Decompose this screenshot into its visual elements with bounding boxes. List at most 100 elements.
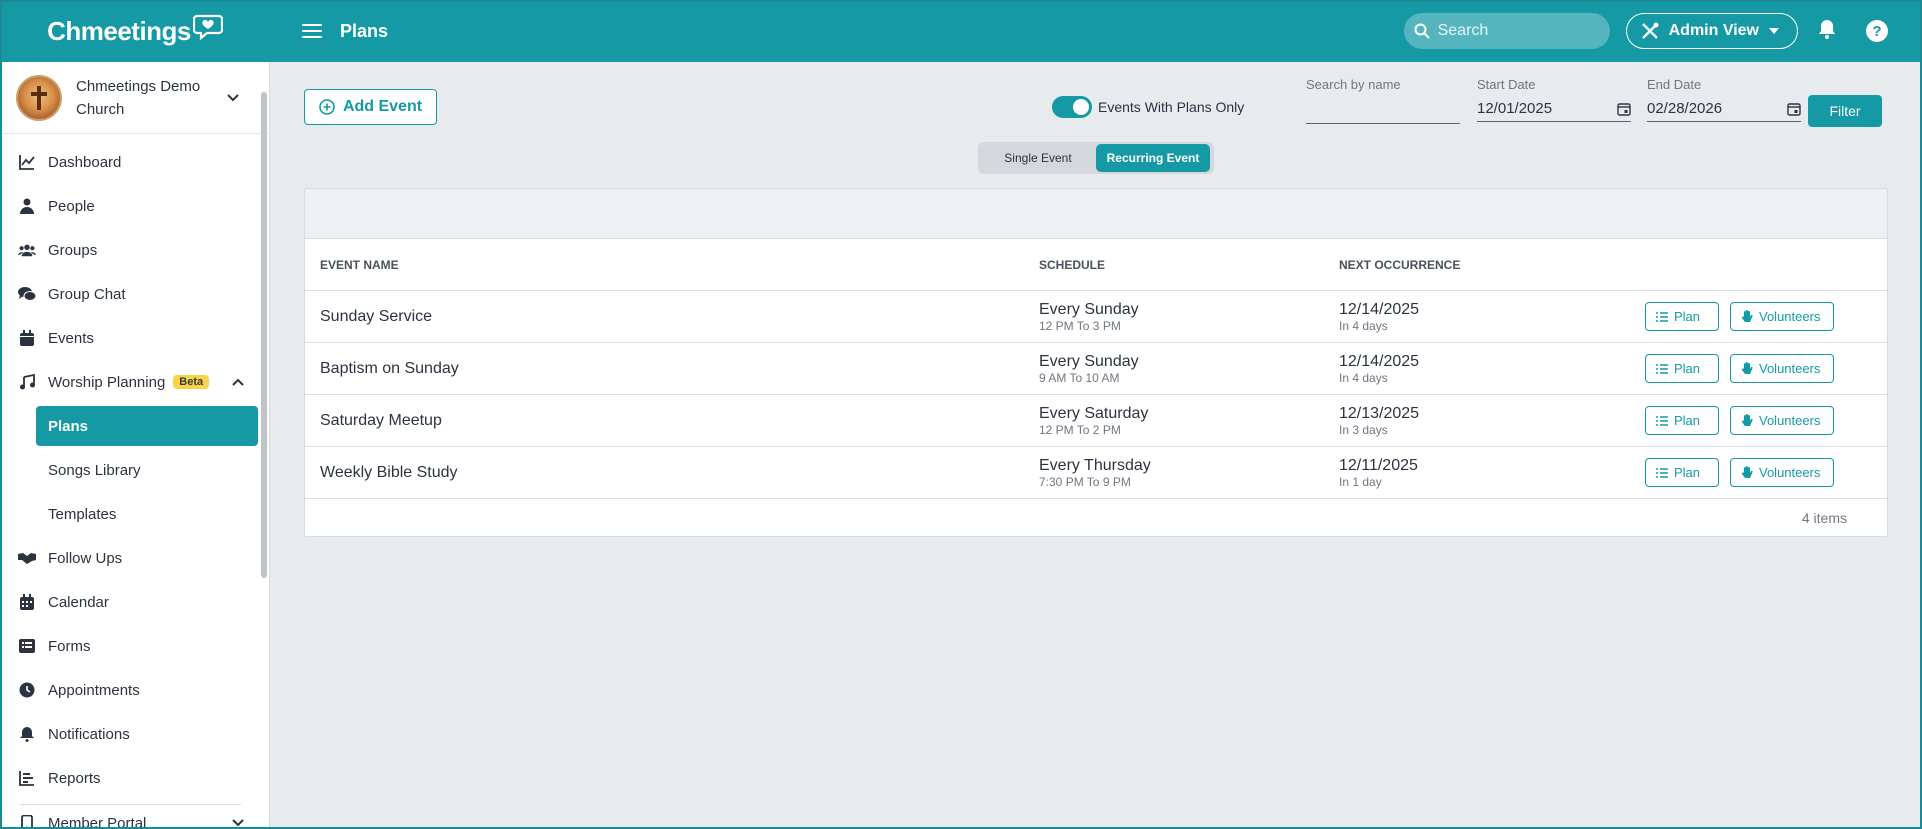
sidebar-subitem-songs-library[interactable]: Songs Library [0,448,269,492]
volunteers-button[interactable]: Volunteers [1730,458,1834,487]
plan-button[interactable]: Plan [1645,458,1719,487]
sidebar-item-label: Forms [48,637,91,655]
schedule-day: Every Sunday [1039,300,1139,318]
search-by-name-field: Search by name [1306,77,1460,124]
search-icon [1414,23,1430,39]
sidebar-item-member-portal[interactable]: Member Portal [0,805,269,829]
search-by-name-input[interactable] [1306,98,1460,124]
filter-button[interactable]: Filter [1808,95,1882,127]
sidebar-item-group-chat[interactable]: Group Chat [0,272,269,316]
sidebar-item-label: Calendar [48,593,109,611]
church-selector[interactable]: Chmeetings Demo Church [0,62,269,134]
notifications-bell-icon[interactable] [1818,19,1836,44]
table-header: EVENT NAME SCHEDULE NEXT OCCURRENCE [305,239,1887,291]
sidebar-item-worship-planning[interactable]: Worship Planning Beta [0,360,269,404]
plan-button[interactable]: Plan [1645,354,1719,383]
sidebar-item-label: Member Portal [48,814,147,829]
list-icon [1656,467,1668,478]
plans-only-toggle[interactable] [1052,96,1092,118]
bar-chart-icon [18,769,36,787]
volunteers-button[interactable]: Volunteers [1730,302,1834,331]
top-bar: Chmeetings Plans Admin View ? [0,0,1922,62]
calendar-picker-icon[interactable] [1787,102,1801,116]
items-count: 4 items [1801,510,1847,526]
church-avatar [16,74,62,121]
plan-button[interactable]: Plan [1645,302,1719,331]
sidebar-item-notifications[interactable]: Notifications [0,712,269,756]
table-row[interactable]: Baptism on Sunday Every Sunday 9 AM To 10… [305,343,1887,395]
plan-button[interactable]: Plan [1645,406,1719,435]
logo-text: Chmeetings [47,15,191,46]
sidebar-item-people[interactable]: People [0,184,269,228]
sidebar-item-reports[interactable]: Reports [0,756,269,800]
sidebar-item-label: Group Chat [48,285,126,303]
sidebar-item-follow-ups[interactable]: Follow Ups [0,536,269,580]
sidebar-scrollbar[interactable] [259,62,269,829]
table-row[interactable]: Weekly Bible Study Every Thursday 7:30 PM… [305,447,1887,499]
sidebar-item-groups[interactable]: Groups [0,228,269,272]
schedule-day: Every Sunday [1039,352,1139,370]
sidebar-item-label: Appointments [48,681,140,699]
person-icon [18,197,36,215]
end-date-input[interactable]: 02/28/2026 [1647,96,1801,122]
volunteers-button[interactable]: Volunteers [1730,354,1834,383]
global-search[interactable] [1403,13,1610,49]
end-date-field: End Date 02/28/2026 [1647,77,1801,122]
sidebar-item-label: Dashboard [48,153,122,171]
sidebar-subitem-plans[interactable]: Plans [36,406,258,446]
add-event-button[interactable]: Add Event [304,89,437,125]
column-header-schedule[interactable]: SCHEDULE [1039,258,1339,272]
sidebar-item-dashboard[interactable]: Dashboard [0,140,269,184]
admin-view-label: Admin View [1668,22,1759,39]
plans-only-label: Events With Plans Only [1098,99,1245,115]
next-occurrence-relative: In 4 days [1339,370,1388,385]
sidebar-scrollbar-thumb[interactable] [261,92,267,578]
admin-view-dropdown[interactable]: Admin View [1625,13,1798,49]
sidebar-item-events[interactable]: Events [0,316,269,360]
page-title: Plans [340,20,389,41]
menu-toggle-button[interactable] [302,24,322,38]
chevron-down-icon[interactable] [226,93,240,103]
table-row[interactable]: Saturday Meetup Every Saturday 12 PM To 2… [305,395,1887,447]
next-occurrence-date: 12/11/2025 [1339,456,1418,474]
event-name[interactable]: Baptism on Sunday [305,360,1039,378]
schedule-time: 12 PM To 3 PM [1039,318,1121,333]
app-logo[interactable]: Chmeetings [0,14,270,47]
sidebar-item-appointments[interactable]: Appointments [0,668,269,712]
schedule-time: 9 AM To 10 AM [1039,370,1120,385]
plus-circle-icon [319,99,335,115]
event-name[interactable]: Sunday Service [305,308,1039,326]
schedule-day: Every Thursday [1039,456,1151,474]
sidebar-item-label: Worship Planning [48,373,166,391]
event-name[interactable]: Saturday Meetup [305,412,1039,430]
start-date-field: Start Date 12/01/2025 [1477,77,1631,122]
volunteers-button[interactable]: Volunteers [1730,406,1834,435]
next-occurrence-date: 12/14/2025 [1339,300,1420,318]
chart-line-icon [18,153,36,171]
column-header-event-name[interactable]: EVENT NAME [305,258,1039,272]
sidebar: Chmeetings Demo Church Dashboard People … [0,62,270,829]
sidebar-item-label: People [48,197,95,215]
list-icon [1656,415,1668,426]
tools-icon [1641,22,1659,39]
chevron-down-icon[interactable] [231,818,245,828]
tab-recurring-event[interactable]: Recurring Event [1096,144,1210,172]
chat-icon [18,285,36,303]
event-name[interactable]: Weekly Bible Study [305,464,1039,482]
table-row[interactable]: Sunday Service Every Sunday 12 PM To 3 PM… [305,291,1887,343]
tab-single-event[interactable]: Single Event [980,144,1096,172]
column-header-next-occurrence[interactable]: NEXT OCCURRENCE [1339,258,1629,272]
chevron-up-icon[interactable] [231,377,245,387]
church-name: Chmeetings Demo Church [76,77,201,118]
start-date-input[interactable]: 12/01/2025 [1477,96,1631,122]
add-event-label: Add Event [342,98,423,115]
sidebar-item-label: Notifications [48,725,130,743]
schedule-time: 7:30 PM To 9 PM [1039,474,1131,489]
main-content: Add Event Events With Plans Only Search … [270,62,1922,829]
sidebar-item-forms[interactable]: Forms [0,624,269,668]
sidebar-item-calendar[interactable]: Calendar [0,580,269,624]
sidebar-subitem-templates[interactable]: Templates [0,492,269,536]
help-icon[interactable]: ? [1866,20,1888,42]
calendar-picker-icon[interactable] [1617,102,1631,116]
search-input[interactable] [1437,22,1598,40]
